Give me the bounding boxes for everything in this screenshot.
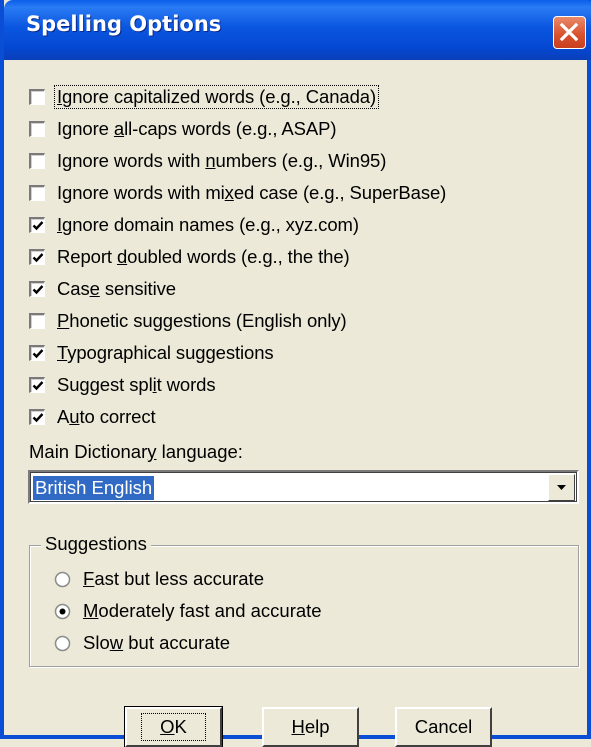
checkbox[interactable] bbox=[29, 153, 45, 169]
option-case-sensitive[interactable]: Case sensitive bbox=[29, 276, 176, 302]
close-button[interactable] bbox=[553, 16, 586, 49]
option-ignore-mixed-case[interactable]: Ignore words with mixed case (e.g., Supe… bbox=[29, 180, 446, 206]
radio-label: Slow but accurate bbox=[83, 632, 231, 653]
close-icon bbox=[559, 22, 579, 42]
option-label: Phonetic suggestions (English only) bbox=[57, 310, 347, 331]
dropdown-arrow-button[interactable] bbox=[548, 474, 575, 501]
option-ignore-capitalized[interactable]: Ignore capitalized words (e.g., Canada) bbox=[29, 84, 380, 110]
ok-button[interactable]: OK bbox=[124, 706, 223, 747]
option-label: Auto correct bbox=[57, 406, 156, 427]
checkbox[interactable] bbox=[29, 217, 45, 233]
radio-button[interactable] bbox=[54, 635, 71, 652]
radio-fast[interactable]: Fast but less accurate bbox=[54, 566, 264, 592]
ok-button-label: OK bbox=[141, 713, 206, 741]
option-phonetic-suggestions[interactable]: Phonetic suggestions (English only) bbox=[29, 308, 347, 334]
suggestions-group: Suggestions Fast but less accurate Moder… bbox=[29, 533, 579, 667]
check-icon bbox=[31, 91, 45, 105]
checkbox[interactable] bbox=[29, 409, 45, 425]
option-ignore-all-caps[interactable]: Ignore all-caps words (e.g., ASAP) bbox=[29, 116, 337, 142]
check-icon bbox=[32, 253, 44, 263]
check-icon bbox=[32, 413, 44, 423]
check-icon bbox=[31, 155, 45, 169]
check-icon bbox=[32, 349, 44, 359]
check-icon bbox=[31, 123, 45, 137]
option-label: Report doubled words (e.g., the the) bbox=[57, 246, 350, 267]
checkbox[interactable] bbox=[29, 121, 45, 137]
radio-button[interactable] bbox=[54, 603, 71, 620]
checkbox[interactable] bbox=[29, 345, 45, 361]
help-button-label: Help bbox=[291, 716, 330, 737]
suggestions-group-title: Suggestions bbox=[41, 533, 151, 555]
option-label: Ignore capitalized words (e.g., Canada) bbox=[54, 85, 380, 109]
option-suggest-split-words[interactable]: Suggest split words bbox=[29, 372, 216, 398]
radio-label: Fast but less accurate bbox=[83, 568, 264, 589]
title-bar[interactable]: Spelling Options bbox=[4, 0, 591, 60]
option-label: Ignore words with mixed case (e.g., Supe… bbox=[57, 182, 447, 203]
dictionary-language-select[interactable]: British English bbox=[28, 470, 579, 504]
dialog-title: Spelling Options bbox=[26, 12, 222, 36]
option-typographical-suggestions[interactable]: Typographical suggestions bbox=[29, 340, 274, 366]
cancel-button[interactable]: Cancel bbox=[395, 707, 492, 747]
radio-button[interactable] bbox=[54, 571, 71, 588]
option-auto-correct[interactable]: Auto correct bbox=[29, 404, 156, 430]
option-label: Ignore all-caps words (e.g., ASAP) bbox=[57, 118, 337, 139]
check-icon bbox=[31, 315, 45, 329]
radio-label: Moderately fast and accurate bbox=[83, 600, 322, 621]
check-icon bbox=[32, 285, 44, 295]
checkbox[interactable] bbox=[29, 89, 45, 105]
spelling-options-dialog: Spelling Options Ignore capitalized word… bbox=[0, 0, 591, 747]
cancel-button-label: Cancel bbox=[414, 716, 473, 737]
option-ignore-domain-names[interactable]: Ignore domain names (e.g., xyz.com) bbox=[29, 212, 359, 238]
option-report-doubled-words[interactable]: Report doubled words (e.g., the the) bbox=[29, 244, 350, 270]
check-icon bbox=[32, 221, 44, 231]
option-label: Ignore words with numbers (e.g., Win95) bbox=[57, 150, 387, 171]
checkbox[interactable] bbox=[29, 377, 45, 393]
check-icon bbox=[32, 381, 44, 391]
checkbox[interactable] bbox=[29, 249, 45, 265]
checkbox[interactable] bbox=[29, 185, 45, 201]
check-icon bbox=[31, 187, 45, 201]
checkbox[interactable] bbox=[29, 281, 45, 297]
option-label: Case sensitive bbox=[57, 278, 176, 299]
option-label: Ignore domain names (e.g., xyz.com) bbox=[57, 214, 359, 235]
chevron-down-icon bbox=[557, 485, 566, 490]
help-button[interactable]: Help bbox=[262, 707, 359, 747]
dictionary-language-value: British English bbox=[33, 476, 155, 500]
dialog-body: Ignore capitalized words (e.g., Canada) … bbox=[8, 60, 591, 747]
radio-slow[interactable]: Slow but accurate bbox=[54, 630, 230, 656]
checkbox[interactable] bbox=[29, 313, 45, 329]
option-ignore-numbers[interactable]: Ignore words with numbers (e.g., Win95) bbox=[29, 148, 386, 174]
option-label: Typographical suggestions bbox=[57, 342, 274, 363]
radio-moderate[interactable]: Moderately fast and accurate bbox=[54, 598, 322, 624]
dictionary-language-label: Main Dictionary language: bbox=[29, 441, 243, 462]
option-label: Suggest split words bbox=[57, 374, 216, 395]
